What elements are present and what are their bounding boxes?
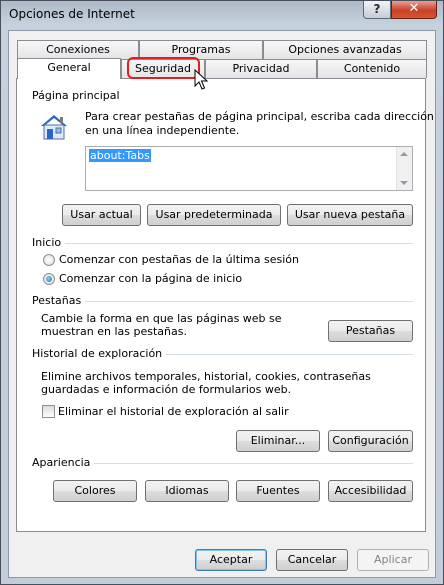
tabs-section-label: Pestañas	[32, 294, 86, 307]
tab-conexiones[interactable]: Conexiones	[17, 40, 139, 59]
tab-opciones-avanzadas[interactable]: Opciones avanzadas	[263, 40, 427, 59]
appearance-section-label: Apariencia	[32, 456, 95, 469]
colors-button[interactable]: Colores	[53, 480, 137, 502]
apply-button[interactable]: Aplicar	[357, 549, 429, 571]
startup-radio-home-page[interactable]	[43, 273, 55, 285]
history-description-line-1: Elimine archivos temporales, historial, …	[41, 370, 371, 383]
home-page-url-value: about:Tabs	[89, 149, 151, 162]
home-page-description-line-2: en una línea independiente.	[85, 124, 240, 137]
close-button[interactable]: ✕	[391, 1, 437, 19]
seguridad-highlight-ring	[127, 57, 200, 79]
languages-button[interactable]: Idiomas	[145, 480, 229, 502]
help-button[interactable]: ?	[363, 1, 391, 19]
tab-privacidad[interactable]: Privacidad	[205, 59, 317, 78]
history-section-label: Historial de exploración	[32, 347, 167, 360]
home-page-description-line-1: Para crear pestañas de página principal,…	[85, 110, 434, 123]
home-page-section-label: Página principal	[32, 89, 124, 102]
fonts-button[interactable]: Fuentes	[236, 480, 320, 502]
scroll-down-arrow-icon[interactable]	[400, 181, 408, 185]
history-settings-button[interactable]: Configuración	[328, 430, 413, 452]
tabs-description-line-1: Cambie la forma en que las páginas web s…	[41, 312, 282, 325]
use-new-tab-button[interactable]: Usar nueva pestaña	[287, 204, 413, 226]
scroll-up-arrow-icon[interactable]	[400, 152, 408, 156]
use-default-button[interactable]: Usar predeterminada	[147, 204, 281, 226]
use-current-button[interactable]: Usar actual	[62, 204, 141, 226]
internet-options-dialog: Opciones de Internet ? ✕ Conexiones Prog…	[0, 0, 444, 585]
home-page-icon	[41, 115, 67, 140]
tab-general[interactable]: General	[17, 58, 121, 79]
history-description-line-2: guardadas e información de formularios w…	[41, 383, 292, 396]
startup-radio-last-session[interactable]	[43, 254, 55, 266]
tabs-description-line-2: muestran en las pestañas.	[41, 325, 187, 338]
tabs-settings-button[interactable]: Pestañas	[328, 320, 413, 342]
home-page-url-textarea[interactable]: about:Tabs	[85, 146, 413, 191]
startup-option-last-session-label[interactable]: Comenzar con pestañas de la última sesió…	[59, 253, 299, 267]
window-title: Opciones de Internet	[9, 7, 135, 21]
startup-section-label: Inicio	[32, 236, 66, 249]
delete-history-button[interactable]: Eliminar...	[236, 430, 320, 452]
ok-button[interactable]: Aceptar	[195, 549, 267, 571]
delete-history-on-exit-checkbox[interactable]	[42, 405, 55, 418]
accessibility-button[interactable]: Accesibilidad	[328, 480, 413, 502]
mouse-pointer-icon	[194, 69, 208, 90]
textarea-scrollbar[interactable]	[396, 147, 412, 190]
cancel-button[interactable]: Cancelar	[276, 549, 348, 571]
title-bar[interactable]: Opciones de Internet ? ✕	[1, 1, 443, 27]
tab-contenido[interactable]: Contenido	[317, 59, 427, 78]
delete-history-on-exit-label[interactable]: Eliminar el historial de exploración al …	[58, 405, 289, 419]
startup-option-home-page-label[interactable]: Comenzar con la página de inicio	[59, 272, 242, 286]
